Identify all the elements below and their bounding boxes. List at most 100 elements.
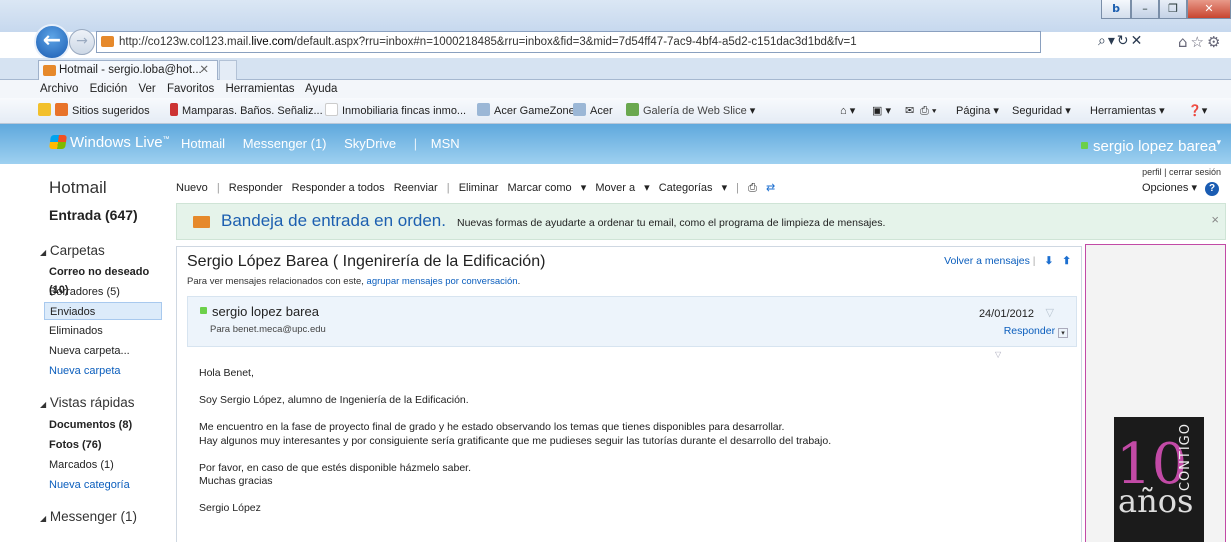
dropdown-icon[interactable]: ▾ bbox=[1108, 33, 1117, 49]
feeds-icon[interactable]: ▣ ▾ bbox=[872, 98, 891, 124]
new-category-link[interactable]: Nueva categoría bbox=[49, 476, 167, 494]
address-bar[interactable]: http://co123w.col123.mail.live.com/defau… bbox=[96, 31, 1041, 53]
categorias-menu[interactable]: Categorías ▾ bbox=[659, 182, 727, 194]
forward-button[interactable]: → bbox=[69, 29, 95, 55]
tab-hotmail[interactable]: Hotmail - sergio.loba@hot... ✕ bbox=[38, 60, 218, 80]
fav-acer-gamezone[interactable]: Acer GameZone bbox=[477, 98, 575, 124]
fav-inmobiliaria[interactable]: Inmobiliaria fincas inmo... bbox=[325, 98, 466, 124]
windows-live-logo[interactable]: Windows Live™ bbox=[49, 134, 170, 151]
nav-msn[interactable]: MSN bbox=[431, 136, 460, 151]
marcar-como-menu[interactable]: Marcar como ▾ bbox=[508, 182, 587, 194]
window-controls: b – ❐ ✕ bbox=[1101, 0, 1231, 19]
nav-messenger[interactable]: Messenger (1) bbox=[243, 136, 327, 151]
favorites-star-add-icon[interactable] bbox=[38, 98, 55, 124]
help-icon[interactable]: ? bbox=[1205, 182, 1219, 196]
new-tab-button[interactable] bbox=[219, 60, 237, 80]
view-documentos[interactable]: Documentos (8) bbox=[49, 416, 167, 434]
menu-herramientas[interactable]: Herramientas bbox=[225, 83, 294, 95]
related-messages-hint: Para ver mensajes relacionados con este,… bbox=[187, 276, 521, 287]
folder-borradores[interactable]: Borradores (5) bbox=[49, 283, 167, 301]
pagina-menu[interactable]: Página ▾ bbox=[956, 98, 999, 124]
tools-gear-icon[interactable]: ⚙ bbox=[1207, 33, 1223, 51]
close-banner-icon[interactable]: × bbox=[1211, 212, 1219, 227]
opciones-menu[interactable]: Opciones ▾? bbox=[1142, 181, 1219, 196]
advertisement[interactable]: 10 años CONTIGO bbox=[1085, 244, 1226, 542]
body-paragraph-1: Soy Sergio López, alumno de Ingeniería d… bbox=[199, 394, 469, 406]
folder-nueva-carpeta-dots[interactable]: Nueva carpeta... bbox=[49, 342, 167, 360]
previous-message-arrow-icon[interactable]: ⬆ bbox=[1062, 255, 1071, 267]
responder-button[interactable]: Responder bbox=[229, 182, 283, 194]
eliminar-button[interactable]: Eliminar bbox=[459, 182, 499, 194]
fav-mamparas[interactable]: Mamparas. Baños. Señaliz... bbox=[170, 98, 323, 124]
herramientas-menu[interactable]: Herramientas ▾ bbox=[1090, 98, 1165, 124]
print-message-icon[interactable]: ⎙ bbox=[748, 182, 757, 194]
windows-flag-icon bbox=[49, 135, 67, 149]
view-fotos[interactable]: Fotos (76) bbox=[49, 436, 167, 454]
new-folder-link[interactable]: Nueva carpeta bbox=[49, 362, 167, 380]
menu-edicion[interactable]: Edición bbox=[90, 83, 128, 95]
browser-right-icons: ⌂☆⚙ bbox=[1178, 33, 1223, 51]
view-marcados[interactable]: Marcados (1) bbox=[49, 456, 167, 474]
browser-titlebar: b – ❐ ✕ bbox=[0, 0, 1231, 32]
sidebar-title[interactable]: Hotmail bbox=[49, 178, 107, 198]
restore-button[interactable]: ❐ bbox=[1159, 0, 1187, 19]
stop-icon[interactable]: ✕ bbox=[1131, 33, 1145, 49]
group-by-conversation-link[interactable]: agrupar mensajes por conversación bbox=[367, 276, 518, 287]
nav-skydrive[interactable]: SkyDrive bbox=[344, 136, 396, 151]
mover-a-menu[interactable]: Mover a ▾ bbox=[595, 182, 649, 194]
responder-todos-button[interactable]: Responder a todos bbox=[292, 182, 385, 194]
expand-caret-icon[interactable]: ▽ bbox=[995, 350, 1001, 359]
minimize-button[interactable]: – bbox=[1131, 0, 1159, 19]
section-messenger[interactable]: ◢ Messenger (1) bbox=[40, 509, 137, 524]
section-carpetas[interactable]: ◢ Carpetas bbox=[40, 243, 105, 258]
bing-icon[interactable]: b bbox=[1101, 0, 1131, 19]
sender-name[interactable]: sergio lopez barea bbox=[200, 304, 319, 319]
menu-favoritos[interactable]: Favoritos bbox=[167, 83, 214, 95]
url-rest: /default.aspx?rru=inbox#n=1000218485&rru… bbox=[293, 36, 857, 48]
folder-eliminados[interactable]: Eliminados bbox=[49, 322, 167, 340]
tab-title: Hotmail - sergio.loba@hot... bbox=[59, 64, 202, 76]
close-tab-icon[interactable]: ✕ bbox=[199, 61, 209, 79]
help-toolbar-icon[interactable]: ❓▾ bbox=[1188, 98, 1207, 124]
user-links[interactable]: perfil | cerrar sesión bbox=[1142, 167, 1221, 177]
section-vistas-rapidas[interactable]: ◢ Vistas rápidas bbox=[40, 395, 134, 410]
sidebar-inbox[interactable]: Entrada (647) bbox=[49, 207, 138, 223]
flag-icon[interactable]: ▽ bbox=[1046, 306, 1054, 319]
menu-archivo[interactable]: Archivo bbox=[40, 83, 78, 95]
close-window-button[interactable]: ✕ bbox=[1187, 0, 1231, 19]
fav-acer[interactable]: Acer bbox=[573, 98, 613, 124]
menu-bar: Archivo Edición Ver Favoritos Herramient… bbox=[0, 80, 1231, 98]
responder-dropdown[interactable]: Responder ▾ bbox=[1004, 325, 1068, 338]
inbox-banner: Bandeja de entrada en orden. Nuevas form… bbox=[176, 203, 1226, 240]
mail-icon[interactable]: ✉ bbox=[905, 98, 914, 124]
fav-sitios-sugeridos[interactable]: Sitios sugeridos bbox=[55, 98, 150, 124]
inmobiliaria-icon bbox=[325, 103, 338, 116]
back-button[interactable]: ← bbox=[34, 24, 70, 60]
nuevo-button[interactable]: Nuevo bbox=[176, 182, 208, 194]
seguridad-menu[interactable]: Seguridad ▾ bbox=[1012, 98, 1071, 124]
next-message-arrow-icon[interactable]: ⬇ bbox=[1044, 255, 1053, 267]
menu-ver[interactable]: Ver bbox=[138, 83, 155, 95]
folder-enviados[interactable]: Enviados bbox=[44, 302, 162, 320]
banner-title[interactable]: Bandeja de entrada en orden. bbox=[221, 211, 446, 231]
collapse-triangle-icon: ◢ bbox=[40, 400, 47, 409]
message-pane: Sergio López Barea ( Ingenirería de la E… bbox=[176, 246, 1082, 542]
volver-link[interactable]: Volver a mensajes bbox=[944, 255, 1030, 267]
menu-ayuda[interactable]: Ayuda bbox=[305, 83, 337, 95]
refresh-icon[interactable]: ↻ bbox=[1117, 33, 1131, 49]
folder-correo-no-deseado[interactable]: Correo no deseado (10) bbox=[49, 263, 167, 296]
home-toolbar-icon[interactable]: ⌂ ▾ bbox=[840, 98, 855, 124]
user-name[interactable]: sergio lopez barea▾ bbox=[1081, 137, 1221, 155]
refresh-messages-icon[interactable]: ⇄ bbox=[766, 182, 775, 194]
nav-hotmail[interactable]: Hotmail bbox=[181, 136, 225, 151]
sender-status-icon bbox=[200, 307, 207, 314]
favorites-star-icon[interactable]: ☆ bbox=[1191, 33, 1207, 51]
reenviar-button[interactable]: Reenviar bbox=[394, 182, 438, 194]
collapse-triangle-icon: ◢ bbox=[40, 514, 47, 523]
body-signature: Sergio López bbox=[199, 502, 261, 514]
print-icon[interactable]: ⎙ ▾ bbox=[920, 98, 936, 124]
fav-galeria-web-slice[interactable]: Galería de Web Slice ▾ bbox=[626, 98, 755, 124]
ad-image[interactable]: 10 años CONTIGO bbox=[1114, 417, 1204, 542]
search-icon[interactable]: ⌕ bbox=[1098, 33, 1108, 49]
home-icon[interactable]: ⌂ bbox=[1178, 33, 1191, 51]
